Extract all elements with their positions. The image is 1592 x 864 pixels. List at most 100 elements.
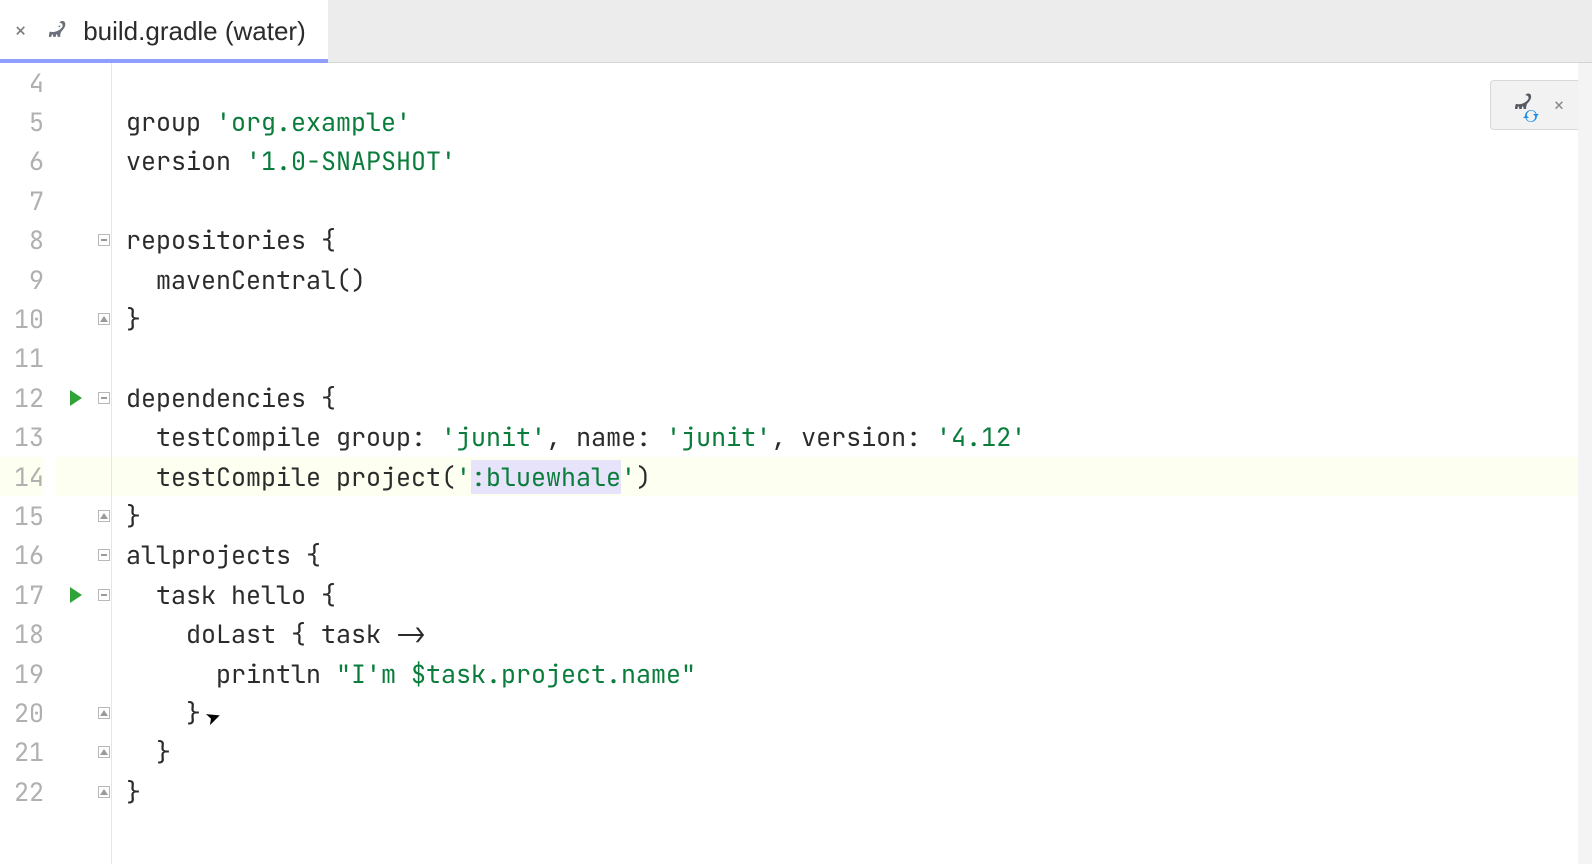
code-token: } [126, 696, 201, 730]
code-line[interactable]: } [112, 772, 1592, 811]
run-gutter-cell [56, 536, 96, 575]
code-token: version [126, 144, 246, 178]
code-token: , [546, 420, 576, 454]
line-number: 4 [0, 63, 44, 102]
run-gutter-cell [56, 260, 96, 299]
code-line[interactable]: repositories { [112, 221, 1592, 260]
line-number: 16 [0, 536, 44, 575]
code-token: ) [636, 460, 651, 494]
fold-gutter-cell [96, 339, 111, 378]
run-gutter-cell[interactable] [56, 575, 96, 614]
close-tab-icon[interactable]: × [14, 20, 27, 42]
fold-gutter-cell [96, 418, 111, 457]
fold-end-icon[interactable] [98, 746, 110, 758]
code-line[interactable]: } [112, 733, 1592, 772]
line-number: 18 [0, 614, 44, 653]
run-gutter-cell [56, 142, 96, 181]
code-line[interactable]: testCompile group: 'junit', name: 'junit… [112, 418, 1592, 457]
code-line[interactable]: println "I'm $task.project.name" [112, 654, 1592, 693]
run-gutter-cell [56, 772, 96, 811]
code-token: testCompile project( [126, 460, 456, 494]
line-number: 20 [0, 693, 44, 732]
code-line[interactable] [112, 339, 1592, 378]
code-token: , [771, 420, 801, 454]
fold-gutter-cell [96, 457, 111, 496]
gradle-sync-icon[interactable] [1507, 91, 1535, 120]
code-token: ' [456, 460, 471, 494]
code-line[interactable]: mavenCentral() [112, 260, 1592, 299]
fold-gutter-cell [96, 496, 111, 535]
code-token: name [576, 420, 636, 454]
fold-collapse-icon[interactable] [98, 549, 110, 561]
fold-gutter-cell [96, 733, 111, 772]
run-gutter-cell[interactable] [56, 378, 96, 417]
run-gutter-cell [56, 102, 96, 141]
code-token: ' [621, 460, 636, 494]
fold-end-icon[interactable] [98, 510, 110, 522]
line-number: 12 [0, 378, 44, 417]
code-line[interactable]: allprojects { [112, 536, 1592, 575]
fold-gutter-cell [96, 654, 111, 693]
code-line[interactable]: version '1.0-SNAPSHOT' [112, 142, 1592, 181]
code-token: println [126, 657, 336, 691]
close-notification-icon[interactable]: × [1553, 92, 1565, 118]
code-line[interactable]: } [112, 496, 1592, 535]
code-line[interactable] [112, 181, 1592, 220]
code-token: allprojects { [126, 538, 321, 572]
code-token: repositories { [126, 223, 336, 257]
fold-gutter [96, 63, 112, 864]
line-number: 22 [0, 772, 44, 811]
line-number: 14 [0, 457, 44, 496]
run-icon[interactable] [70, 587, 82, 603]
fold-gutter-cell [96, 536, 111, 575]
line-number: 13 [0, 418, 44, 457]
code-line[interactable]: } [112, 299, 1592, 338]
code-line[interactable]: doLast { task -> [112, 614, 1592, 653]
tab-label: build.gradle (water) [83, 16, 306, 47]
fold-gutter-cell [96, 102, 111, 141]
fold-gutter-cell [96, 772, 111, 811]
run-gutter-cell [56, 733, 96, 772]
fold-gutter-cell [96, 221, 111, 260]
code-editor[interactable]: 45678910111213141516171819202122 group '… [0, 63, 1592, 864]
code-token: } [126, 735, 171, 769]
fold-collapse-icon[interactable] [98, 589, 110, 601]
fold-gutter-cell [96, 575, 111, 614]
code-line[interactable]: dependencies { [112, 378, 1592, 417]
gradle-sync-notification[interactable]: × [1490, 80, 1582, 130]
gradle-elephant-icon [41, 15, 69, 48]
run-gutter-cell [56, 299, 96, 338]
code-line[interactable]: group 'org.example' [112, 102, 1592, 141]
code-line[interactable]: testCompile project(':bluewhale') [112, 457, 1592, 496]
code-token: group [336, 420, 411, 454]
run-icon[interactable] [70, 390, 82, 406]
fold-collapse-icon[interactable] [98, 234, 110, 246]
code-area[interactable]: group 'org.example'version '1.0-SNAPSHOT… [112, 63, 1592, 864]
line-number: 6 [0, 142, 44, 181]
fold-end-icon[interactable] [98, 707, 110, 719]
code-token: dependencies { [126, 381, 336, 415]
code-token: 'junit' [441, 420, 546, 454]
code-token: } [126, 302, 141, 336]
line-number: 21 [0, 733, 44, 772]
line-number: 8 [0, 221, 44, 260]
code-token: '4.12' [936, 420, 1026, 454]
code-token: version [801, 420, 906, 454]
code-token: : [411, 420, 441, 454]
editor-tab-active[interactable]: × build.gradle (water) [0, 0, 328, 62]
run-gutter-cell [56, 614, 96, 653]
code-line[interactable]: } [112, 693, 1592, 732]
fold-end-icon[interactable] [98, 313, 110, 325]
run-gutter-cell [56, 418, 96, 457]
vertical-scrollbar[interactable] [1578, 63, 1592, 864]
code-token: 'junit' [666, 420, 771, 454]
fold-end-icon[interactable] [98, 786, 110, 798]
code-line[interactable] [112, 63, 1592, 102]
run-gutter [56, 63, 96, 864]
code-token: } [126, 499, 141, 533]
run-gutter-cell [56, 457, 96, 496]
fold-collapse-icon[interactable] [98, 392, 110, 404]
line-number: 7 [0, 181, 44, 220]
code-line[interactable]: task hello { [112, 575, 1592, 614]
code-token: } [126, 775, 141, 809]
